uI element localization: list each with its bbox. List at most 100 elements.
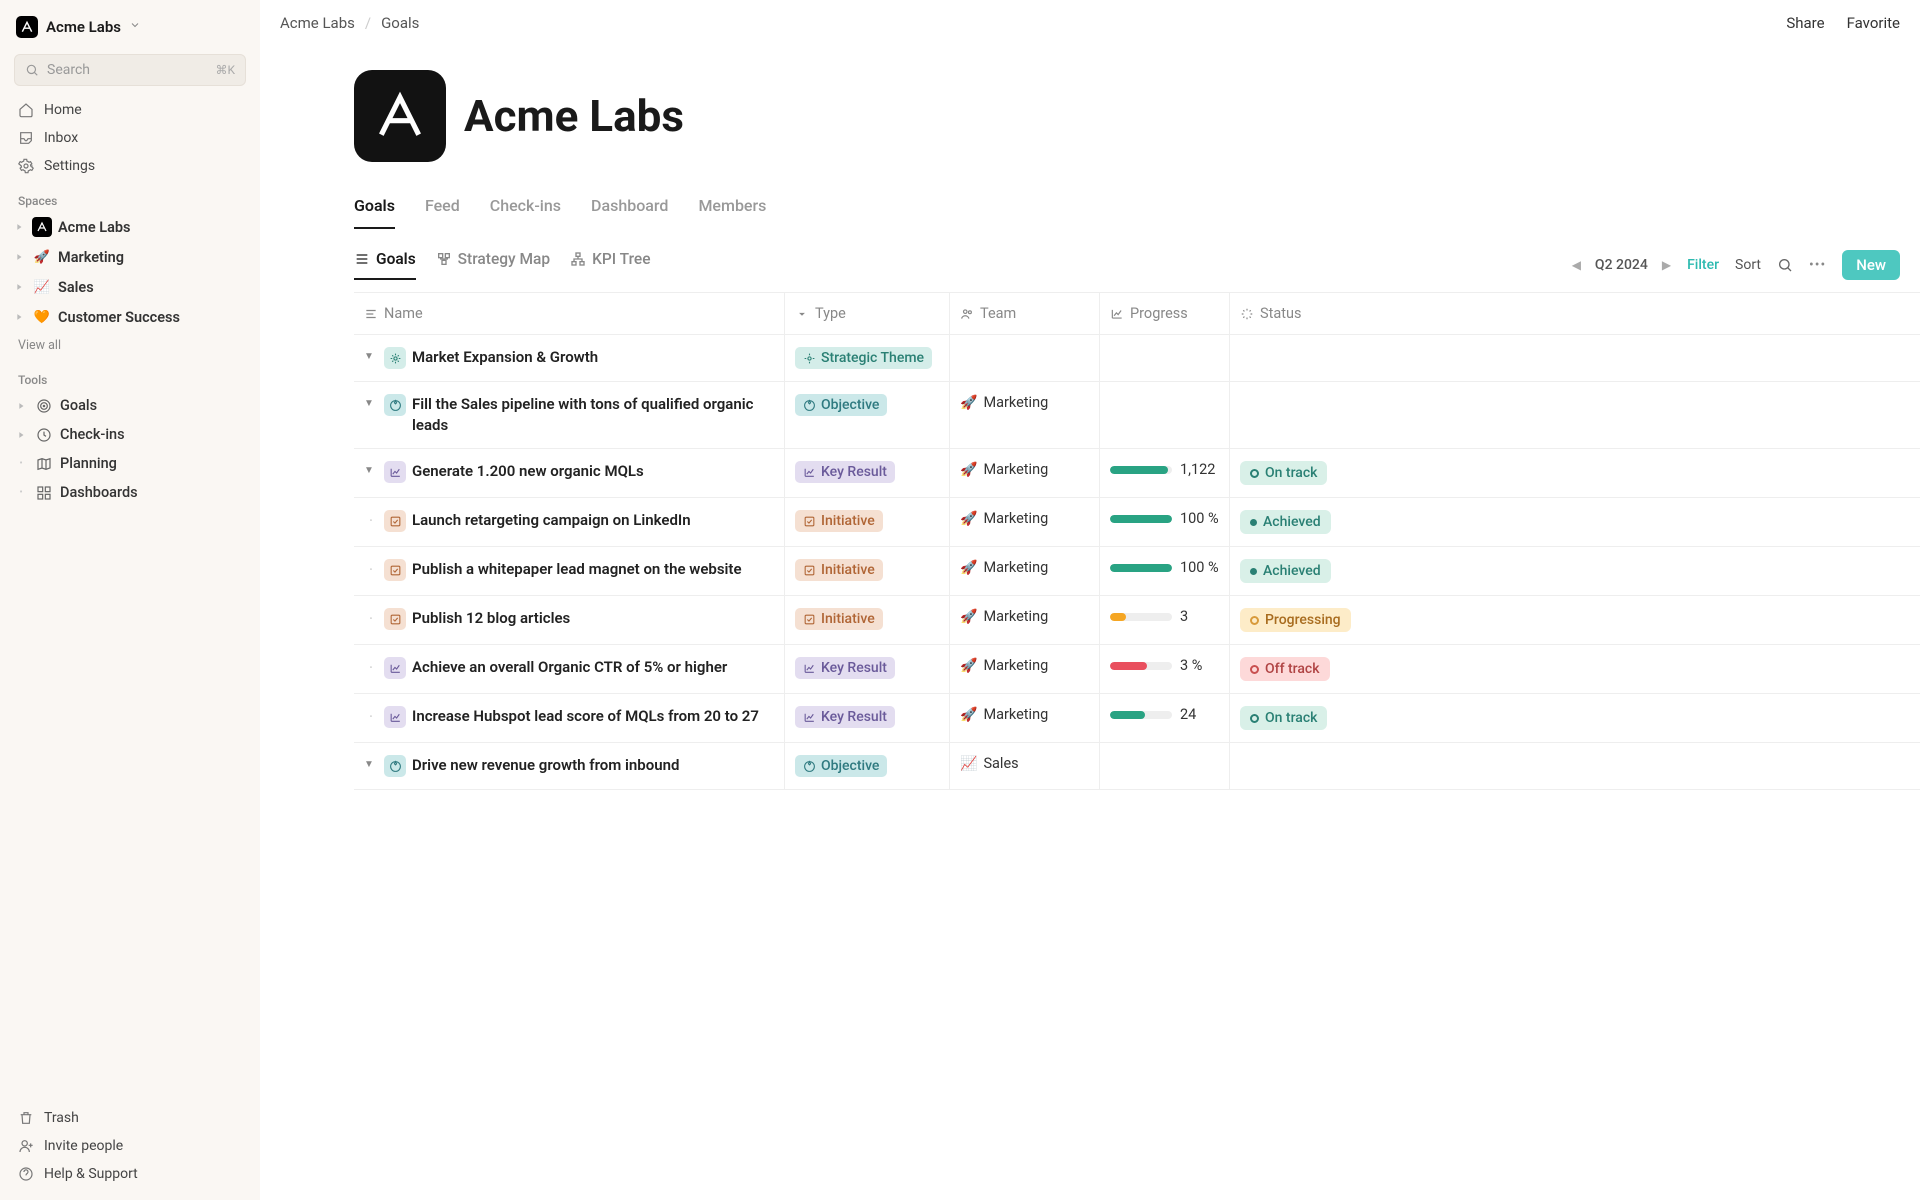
tool-goals[interactable]: Goals	[8, 391, 252, 420]
col-progress[interactable]: Progress	[1099, 293, 1229, 334]
bullet-icon: •	[364, 657, 378, 672]
more-button[interactable]: •••	[1809, 257, 1826, 273]
progress-bar: 24	[1110, 706, 1219, 723]
rocket-icon: 🚀	[960, 609, 977, 625]
breadcrumb-current[interactable]: Goals	[381, 14, 419, 32]
col-status[interactable]: Status	[1229, 293, 1379, 334]
keyresult-icon	[384, 657, 406, 679]
nav-invite[interactable]: Invite people	[8, 1132, 252, 1160]
space-customer-success[interactable]: 🧡 Customer Success	[8, 302, 252, 332]
table-row[interactable]: • Increase Hubspot lead score of MQLs fr…	[354, 694, 1920, 743]
tool-label: Dashboards	[60, 484, 138, 501]
grid-icon	[36, 485, 52, 501]
period-next-button[interactable]: ▶	[1662, 258, 1671, 272]
map-icon	[36, 456, 52, 472]
heart-icon: 🧡	[32, 307, 52, 327]
view-label: Strategy Map	[458, 250, 550, 268]
type-pill: Initiative	[795, 510, 883, 532]
main-content: Acme Labs / Goals Share Favorite Acme La…	[260, 0, 1920, 1200]
col-label: Type	[815, 305, 846, 322]
workspace-switcher[interactable]: Acme Labs	[8, 12, 252, 42]
sort-button[interactable]: Sort	[1735, 257, 1761, 273]
nav-help[interactable]: Help & Support	[8, 1160, 252, 1188]
space-sales[interactable]: 📈 Sales	[8, 272, 252, 302]
table-row[interactable]: • Publish a whitepaper lead magnet on th…	[354, 547, 1920, 596]
progress-bar: 1,122	[1110, 461, 1219, 478]
team-chip: 🚀Marketing	[960, 657, 1048, 674]
status-pill: Off track	[1240, 657, 1330, 681]
col-name[interactable]: Name	[354, 293, 784, 334]
view-goals[interactable]: Goals	[354, 250, 416, 280]
search-button[interactable]	[1777, 257, 1793, 273]
space-label: Customer Success	[58, 309, 180, 326]
table-row[interactable]: ▼ Drive new revenue growth from inbound …	[354, 743, 1920, 790]
table-row[interactable]: ▼ Fill the Sales pipeline with tons of q…	[354, 382, 1920, 449]
nav-trash[interactable]: Trash	[8, 1104, 252, 1132]
breadcrumb-sep: /	[365, 14, 371, 32]
caret-icon[interactable]	[12, 252, 26, 262]
tool-dashboards[interactable]: • Dashboards	[8, 478, 252, 507]
table-row[interactable]: • Publish 12 blog articles Initiative 🚀M…	[354, 596, 1920, 645]
type-pill: Objective	[795, 394, 887, 416]
expand-toggle[interactable]: ▼	[364, 755, 378, 770]
space-logo-icon	[32, 217, 52, 237]
team-chip: 🚀Marketing	[960, 608, 1048, 625]
favorite-button[interactable]: Favorite	[1847, 14, 1900, 32]
expand-toggle[interactable]: ▼	[364, 461, 378, 476]
nav-home[interactable]: Home	[8, 96, 252, 124]
row-name: Market Expansion & Growth	[412, 347, 598, 368]
page-title: Acme Labs	[464, 90, 684, 142]
tab-checkins[interactable]: Check-ins	[490, 190, 561, 229]
space-acme-labs[interactable]: Acme Labs	[8, 212, 252, 242]
tab-dashboard[interactable]: Dashboard	[591, 190, 668, 229]
bullet-icon: •	[364, 706, 378, 721]
share-button[interactable]: Share	[1786, 14, 1824, 32]
view-strategy-map[interactable]: Strategy Map	[436, 250, 550, 280]
caret-icon[interactable]	[14, 401, 28, 411]
search-input[interactable]: Search ⌘K	[14, 54, 246, 86]
new-button[interactable]: New	[1842, 250, 1900, 280]
filter-button[interactable]: Filter	[1687, 257, 1719, 273]
page-header: Acme Labs	[260, 42, 1920, 190]
tool-checkins[interactable]: Check-ins	[8, 420, 252, 449]
table-row[interactable]: • Achieve an overall Organic CTR of 5% o…	[354, 645, 1920, 694]
period-prev-button[interactable]: ◀	[1572, 258, 1581, 272]
tab-goals[interactable]: Goals	[354, 190, 395, 229]
bullet-icon: •	[364, 510, 378, 525]
nav-settings[interactable]: Settings	[8, 152, 252, 180]
breadcrumb-root[interactable]: Acme Labs	[280, 14, 355, 32]
col-team[interactable]: Team	[949, 293, 1099, 334]
initiative-icon	[384, 559, 406, 581]
progress-bar: 3	[1110, 608, 1219, 625]
caret-icon[interactable]	[12, 222, 26, 232]
view-all-link[interactable]: View all	[8, 332, 252, 359]
row-name: Publish a whitepaper lead magnet on the …	[412, 559, 742, 580]
caret-icon[interactable]	[14, 430, 28, 440]
chevron-down-icon	[129, 19, 141, 35]
caret-icon[interactable]	[12, 282, 26, 292]
bullet-icon: •	[364, 608, 378, 623]
table-row[interactable]: ▼ Market Expansion & Growth Strategic Th…	[354, 335, 1920, 382]
period-label[interactable]: Q2 2024	[1595, 257, 1648, 273]
expand-toggle[interactable]: ▼	[364, 394, 378, 409]
table-row[interactable]: ▼ Generate 1.200 new organic MQLs Key Re…	[354, 449, 1920, 498]
view-kpi-tree[interactable]: KPI Tree	[570, 250, 650, 280]
type-pill: Key Result	[795, 461, 895, 483]
clock-icon	[36, 427, 52, 443]
subbar: Goals Strategy Map KPI Tree ◀ Q2 2024 ▶ …	[260, 230, 1920, 292]
table-row[interactable]: • Launch retargeting campaign on LinkedI…	[354, 498, 1920, 547]
space-marketing[interactable]: 🚀 Marketing	[8, 242, 252, 272]
nav-home-label: Home	[44, 102, 82, 118]
tab-feed[interactable]: Feed	[425, 190, 460, 229]
tool-planning[interactable]: • Planning	[8, 449, 252, 478]
expand-toggle[interactable]: ▼	[364, 347, 378, 362]
tab-members[interactable]: Members	[698, 190, 766, 229]
nav-inbox[interactable]: Inbox	[8, 124, 252, 152]
keyresult-icon	[384, 461, 406, 483]
nav-trash-label: Trash	[44, 1110, 79, 1126]
space-label: Sales	[58, 279, 94, 296]
caret-icon[interactable]	[12, 312, 26, 322]
col-type[interactable]: Type	[784, 293, 949, 334]
inbox-icon	[18, 130, 34, 146]
breadcrumb: Acme Labs / Goals	[280, 14, 419, 32]
